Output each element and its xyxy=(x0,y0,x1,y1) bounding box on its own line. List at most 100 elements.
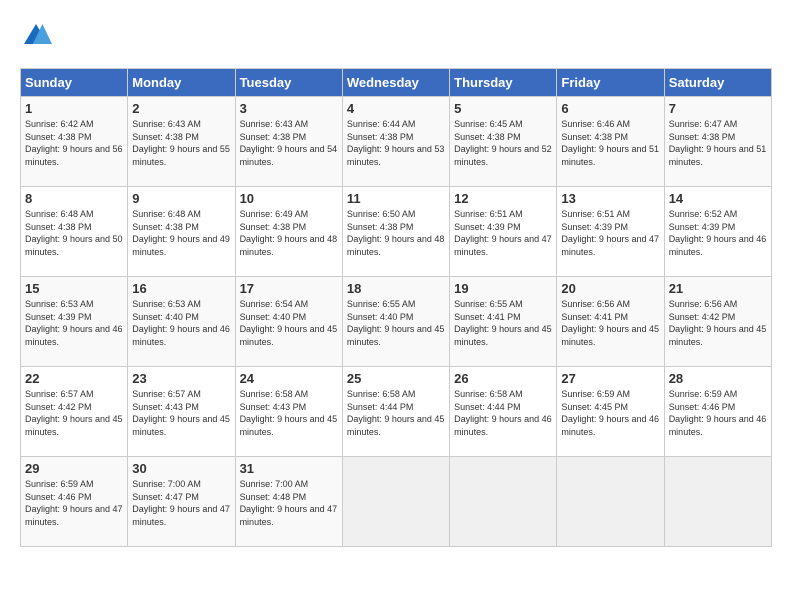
day-number: 16 xyxy=(132,281,230,296)
day-number: 25 xyxy=(347,371,445,386)
calendar-day-cell xyxy=(342,457,449,547)
calendar-day-cell: 18 Sunrise: 6:55 AM Sunset: 4:40 PM Dayl… xyxy=(342,277,449,367)
logo xyxy=(20,20,56,52)
calendar-day-cell xyxy=(664,457,771,547)
day-info: Sunrise: 6:59 AM Sunset: 4:46 PM Dayligh… xyxy=(25,478,123,528)
calendar-day-cell: 13 Sunrise: 6:51 AM Sunset: 4:39 PM Dayl… xyxy=(557,187,664,277)
day-number: 20 xyxy=(561,281,659,296)
day-number: 4 xyxy=(347,101,445,116)
calendar-day-cell: 27 Sunrise: 6:59 AM Sunset: 4:45 PM Dayl… xyxy=(557,367,664,457)
calendar-day-cell: 28 Sunrise: 6:59 AM Sunset: 4:46 PM Dayl… xyxy=(664,367,771,457)
day-info: Sunrise: 6:56 AM Sunset: 4:41 PM Dayligh… xyxy=(561,298,659,348)
day-number: 8 xyxy=(25,191,123,206)
calendar-day-cell: 31 Sunrise: 7:00 AM Sunset: 4:48 PM Dayl… xyxy=(235,457,342,547)
calendar-day-cell: 3 Sunrise: 6:43 AM Sunset: 4:38 PM Dayli… xyxy=(235,97,342,187)
day-info: Sunrise: 6:46 AM Sunset: 4:38 PM Dayligh… xyxy=(561,118,659,168)
day-info: Sunrise: 6:50 AM Sunset: 4:38 PM Dayligh… xyxy=(347,208,445,258)
day-number: 5 xyxy=(454,101,552,116)
day-number: 22 xyxy=(25,371,123,386)
day-number: 12 xyxy=(454,191,552,206)
day-number: 24 xyxy=(240,371,338,386)
day-number: 21 xyxy=(669,281,767,296)
day-number: 7 xyxy=(669,101,767,116)
day-info: Sunrise: 6:57 AM Sunset: 4:42 PM Dayligh… xyxy=(25,388,123,438)
calendar-day-cell: 21 Sunrise: 6:56 AM Sunset: 4:42 PM Dayl… xyxy=(664,277,771,367)
calendar-day-cell: 29 Sunrise: 6:59 AM Sunset: 4:46 PM Dayl… xyxy=(21,457,128,547)
calendar-body: 1 Sunrise: 6:42 AM Sunset: 4:38 PM Dayli… xyxy=(21,97,772,547)
calendar-day-cell: 1 Sunrise: 6:42 AM Sunset: 4:38 PM Dayli… xyxy=(21,97,128,187)
calendar-day-cell: 20 Sunrise: 6:56 AM Sunset: 4:41 PM Dayl… xyxy=(557,277,664,367)
page-header xyxy=(20,20,772,52)
calendar-day-cell: 6 Sunrise: 6:46 AM Sunset: 4:38 PM Dayli… xyxy=(557,97,664,187)
day-number: 17 xyxy=(240,281,338,296)
calendar-day-cell: 23 Sunrise: 6:57 AM Sunset: 4:43 PM Dayl… xyxy=(128,367,235,457)
day-number: 10 xyxy=(240,191,338,206)
calendar-day-cell: 12 Sunrise: 6:51 AM Sunset: 4:39 PM Dayl… xyxy=(450,187,557,277)
calendar-day-cell: 2 Sunrise: 6:43 AM Sunset: 4:38 PM Dayli… xyxy=(128,97,235,187)
calendar-table: SundayMondayTuesdayWednesdayThursdayFrid… xyxy=(20,68,772,547)
day-number: 3 xyxy=(240,101,338,116)
day-number: 13 xyxy=(561,191,659,206)
calendar-day-cell: 10 Sunrise: 6:49 AM Sunset: 4:38 PM Dayl… xyxy=(235,187,342,277)
calendar-day-cell: 24 Sunrise: 6:58 AM Sunset: 4:43 PM Dayl… xyxy=(235,367,342,457)
weekday-header: Tuesday xyxy=(235,69,342,97)
weekday-header: Thursday xyxy=(450,69,557,97)
calendar-day-cell: 19 Sunrise: 6:55 AM Sunset: 4:41 PM Dayl… xyxy=(450,277,557,367)
day-info: Sunrise: 6:53 AM Sunset: 4:40 PM Dayligh… xyxy=(132,298,230,348)
day-number: 11 xyxy=(347,191,445,206)
weekday-header: Wednesday xyxy=(342,69,449,97)
day-info: Sunrise: 6:59 AM Sunset: 4:46 PM Dayligh… xyxy=(669,388,767,438)
day-info: Sunrise: 6:56 AM Sunset: 4:42 PM Dayligh… xyxy=(669,298,767,348)
calendar-day-cell: 11 Sunrise: 6:50 AM Sunset: 4:38 PM Dayl… xyxy=(342,187,449,277)
day-info: Sunrise: 7:00 AM Sunset: 4:48 PM Dayligh… xyxy=(240,478,338,528)
calendar-day-cell: 9 Sunrise: 6:48 AM Sunset: 4:38 PM Dayli… xyxy=(128,187,235,277)
day-info: Sunrise: 6:44 AM Sunset: 4:38 PM Dayligh… xyxy=(347,118,445,168)
day-number: 23 xyxy=(132,371,230,386)
day-number: 1 xyxy=(25,101,123,116)
day-info: Sunrise: 6:55 AM Sunset: 4:41 PM Dayligh… xyxy=(454,298,552,348)
calendar-day-cell: 26 Sunrise: 6:58 AM Sunset: 4:44 PM Dayl… xyxy=(450,367,557,457)
day-info: Sunrise: 6:47 AM Sunset: 4:38 PM Dayligh… xyxy=(669,118,767,168)
day-number: 15 xyxy=(25,281,123,296)
day-number: 18 xyxy=(347,281,445,296)
day-number: 31 xyxy=(240,461,338,476)
day-info: Sunrise: 6:58 AM Sunset: 4:44 PM Dayligh… xyxy=(347,388,445,438)
day-number: 26 xyxy=(454,371,552,386)
day-info: Sunrise: 6:43 AM Sunset: 4:38 PM Dayligh… xyxy=(132,118,230,168)
calendar-day-cell xyxy=(450,457,557,547)
day-number: 28 xyxy=(669,371,767,386)
calendar-week-row: 22 Sunrise: 6:57 AM Sunset: 4:42 PM Dayl… xyxy=(21,367,772,457)
day-info: Sunrise: 6:52 AM Sunset: 4:39 PM Dayligh… xyxy=(669,208,767,258)
calendar-day-cell: 16 Sunrise: 6:53 AM Sunset: 4:40 PM Dayl… xyxy=(128,277,235,367)
day-info: Sunrise: 6:51 AM Sunset: 4:39 PM Dayligh… xyxy=(561,208,659,258)
weekday-header: Saturday xyxy=(664,69,771,97)
logo-icon xyxy=(20,20,52,52)
calendar-day-cell: 7 Sunrise: 6:47 AM Sunset: 4:38 PM Dayli… xyxy=(664,97,771,187)
day-number: 27 xyxy=(561,371,659,386)
calendar-day-cell xyxy=(557,457,664,547)
day-info: Sunrise: 6:59 AM Sunset: 4:45 PM Dayligh… xyxy=(561,388,659,438)
day-info: Sunrise: 6:45 AM Sunset: 4:38 PM Dayligh… xyxy=(454,118,552,168)
calendar-day-cell: 22 Sunrise: 6:57 AM Sunset: 4:42 PM Dayl… xyxy=(21,367,128,457)
calendar-week-row: 8 Sunrise: 6:48 AM Sunset: 4:38 PM Dayli… xyxy=(21,187,772,277)
day-info: Sunrise: 6:58 AM Sunset: 4:44 PM Dayligh… xyxy=(454,388,552,438)
day-info: Sunrise: 6:48 AM Sunset: 4:38 PM Dayligh… xyxy=(25,208,123,258)
calendar-day-cell: 25 Sunrise: 6:58 AM Sunset: 4:44 PM Dayl… xyxy=(342,367,449,457)
day-number: 19 xyxy=(454,281,552,296)
day-info: Sunrise: 6:58 AM Sunset: 4:43 PM Dayligh… xyxy=(240,388,338,438)
calendar-day-cell: 17 Sunrise: 6:54 AM Sunset: 4:40 PM Dayl… xyxy=(235,277,342,367)
weekday-header: Sunday xyxy=(21,69,128,97)
calendar-day-cell: 5 Sunrise: 6:45 AM Sunset: 4:38 PM Dayli… xyxy=(450,97,557,187)
day-info: Sunrise: 7:00 AM Sunset: 4:47 PM Dayligh… xyxy=(132,478,230,528)
day-number: 6 xyxy=(561,101,659,116)
day-info: Sunrise: 6:43 AM Sunset: 4:38 PM Dayligh… xyxy=(240,118,338,168)
day-number: 30 xyxy=(132,461,230,476)
day-info: Sunrise: 6:51 AM Sunset: 4:39 PM Dayligh… xyxy=(454,208,552,258)
day-info: Sunrise: 6:49 AM Sunset: 4:38 PM Dayligh… xyxy=(240,208,338,258)
day-info: Sunrise: 6:57 AM Sunset: 4:43 PM Dayligh… xyxy=(132,388,230,438)
calendar-day-cell: 8 Sunrise: 6:48 AM Sunset: 4:38 PM Dayli… xyxy=(21,187,128,277)
calendar-week-row: 15 Sunrise: 6:53 AM Sunset: 4:39 PM Dayl… xyxy=(21,277,772,367)
calendar-day-cell: 15 Sunrise: 6:53 AM Sunset: 4:39 PM Dayl… xyxy=(21,277,128,367)
calendar-header-row: SundayMondayTuesdayWednesdayThursdayFrid… xyxy=(21,69,772,97)
day-info: Sunrise: 6:42 AM Sunset: 4:38 PM Dayligh… xyxy=(25,118,123,168)
